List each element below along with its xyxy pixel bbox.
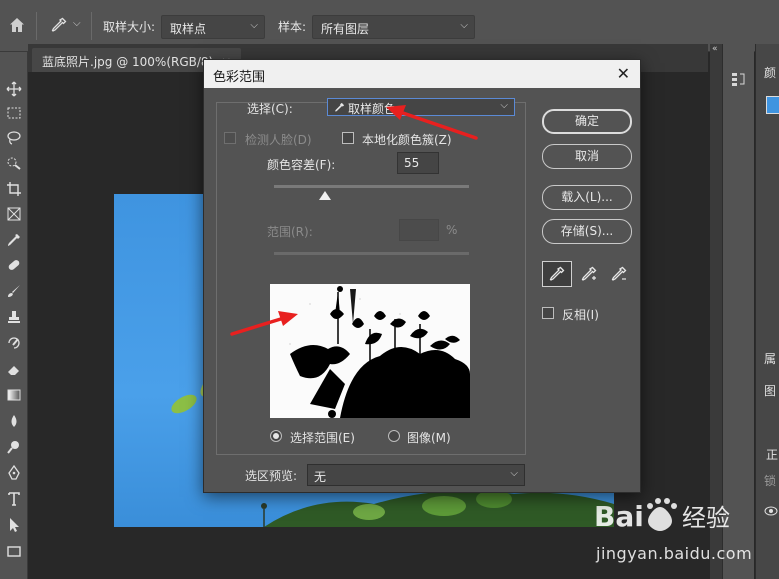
selection-preview-image [270,284,470,418]
collapse-icon[interactable]: « [712,44,718,54]
eyedropper-minus-icon [611,266,627,281]
brush-tool-icon[interactable] [3,280,25,302]
annotation-arrow [230,311,298,336]
sample-size-dropdown[interactable]: 取样点 ⌵ [161,15,265,39]
invert-checkbox[interactable] [542,307,554,319]
healing-brush-tool-icon[interactable] [3,254,25,276]
svg-text:经验: 经验 [682,504,730,532]
chevron-down-icon[interactable]: ⌵ [73,18,81,29]
localized-clusters-checkbox[interactable] [342,132,354,144]
range-input[interactable] [399,219,439,241]
selection-radio-label: 选择范围(E) [290,431,355,445]
blend-mode-label[interactable]: 正 [766,446,778,463]
svg-text:Bai: Bai [594,500,644,533]
chevron-down-icon: ⌵ [510,468,518,479]
document-tab-title: 蓝底照片.jpg @ 100%(RGB/8) [42,55,214,69]
rectangle-tool-icon[interactable] [3,540,25,562]
blur-tool-icon[interactable] [3,410,25,432]
ok-button[interactable]: 确定 [542,109,632,134]
eraser-tool-icon[interactable] [3,358,25,380]
range-label: 范围(R): [267,225,313,239]
sample-size-value: 取样点 [170,22,207,36]
dialog-titlebar[interactable]: 色彩范围 ✕ [204,60,640,88]
crop-tool-icon[interactable] [3,178,25,200]
save-button[interactable]: 存储(S)... [542,219,632,244]
load-button[interactable]: 载入(L)... [542,185,632,210]
baidu-logo: Bai 经验 [594,498,730,533]
color-panel-label[interactable]: 颜 [764,64,776,81]
properties-panel-label[interactable]: 属 [764,350,776,367]
fuzziness-label: 颜色容差(F): [267,158,336,172]
move-tool-icon[interactable] [3,78,25,100]
subtract-from-sample-button[interactable] [604,261,634,287]
image-radio[interactable] [388,430,400,442]
sample-label: 样本: [278,20,307,34]
eyedropper-button[interactable] [542,261,572,287]
selection-preview-dropdown[interactable]: 无 ⌵ [307,464,525,486]
lasso-tool-icon[interactable] [3,127,25,149]
invert-label: 反相(I) [562,308,599,322]
photoshop-window: ⌵ 取样大小: 取样点 ⌵ 样本: 所有图层 ⌵ 蓝底照片.jpg @ 100%… [0,0,779,579]
dialog-title: 色彩范围 [213,70,266,85]
fuzziness-input[interactable]: 55 [397,152,439,174]
chevron-down-icon: ⌵ [460,20,468,31]
home-icon[interactable] [8,16,26,34]
gradient-tool-icon[interactable] [3,384,25,406]
quick-selection-tool-icon[interactable] [3,152,25,174]
detect-faces-checkbox[interactable] [224,132,236,144]
selection-radio[interactable] [270,430,282,442]
foreground-color-swatch[interactable] [766,96,779,114]
selection-preview-label: 选区预览: [245,469,298,483]
clone-stamp-tool-icon[interactable] [3,306,25,328]
range-slider-track[interactable] [274,252,469,255]
eyedropper-icon [335,102,345,112]
fuzziness-slider-thumb[interactable] [318,191,331,200]
add-to-sample-button[interactable] [574,261,604,287]
fuzziness-slider-track[interactable] [274,185,469,188]
sample-size-label: 取样大小: [103,20,156,34]
path-selection-tool-icon[interactable] [3,514,25,536]
eyedropper-tool-icon[interactable] [3,229,25,251]
pen-tool-icon[interactable] [3,462,25,484]
range-unit: % [446,223,458,237]
chevron-down-icon: ⌵ [250,20,258,31]
watermark-url: jingyan.baidu.com [596,544,753,563]
close-icon[interactable]: ✕ [617,64,630,83]
selection-preview-value: 无 [314,470,327,484]
sample-dropdown[interactable]: 所有图层 ⌵ [312,15,475,39]
fuzziness-value: 55 [404,156,420,170]
eyedropper-plus-icon [581,266,597,281]
tools-panel [0,52,28,579]
eyedropper-icon [549,266,565,281]
history-brush-tool-icon[interactable] [3,332,25,354]
image-radio-label: 图像(M) [407,431,451,445]
type-tool-icon[interactable] [3,488,25,510]
baidu-watermark: Bai 经验 jingyan.baidu.com [590,492,770,578]
chevron-down-icon: ⌵ [500,100,508,111]
eyedropper-tool-icon[interactable] [50,16,68,34]
marquee-tool-icon[interactable] [3,102,25,124]
layers-panel-label[interactable]: 图 [764,382,776,399]
lock-label: 锁 [764,474,777,488]
annotation-arrow [386,105,478,140]
separator [91,12,92,40]
frame-tool-icon[interactable] [3,203,25,225]
sample-value: 所有图层 [321,22,370,36]
select-label: 选择(C): [247,102,293,116]
detect-faces-label: 检测人脸(D) [245,133,312,147]
separator [36,12,37,40]
history-panel-icon[interactable] [730,70,748,88]
dodge-tool-icon[interactable] [3,436,25,458]
cancel-button[interactable]: 取消 [542,144,632,169]
